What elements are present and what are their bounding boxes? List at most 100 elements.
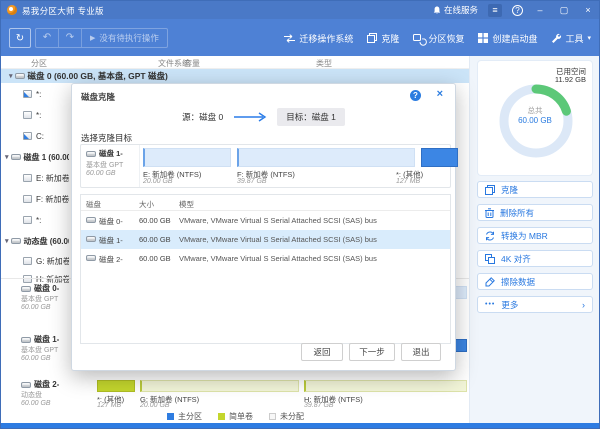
target-disk-panel: 磁盘 1- 基本盘 GPT 60.00 GB E: 新加卷 (NTFS) 20.… [80, 144, 451, 188]
online-service-button[interactable]: 在线服务 [433, 4, 478, 16]
th-model: 模型 [179, 199, 194, 210]
maximize-button[interactable]: ▢ [557, 5, 571, 16]
help-button[interactable]: ? [512, 5, 523, 16]
clone-icon [485, 185, 495, 195]
tree-item-partition[interactable]: G: 新加卷 [1, 253, 69, 269]
redo-button[interactable]: ↷ [59, 29, 82, 47]
target-partition-other-bar[interactable] [421, 148, 458, 167]
tree-item-partition[interactable]: *: [1, 86, 69, 102]
menu-button[interactable]: ≡ [488, 4, 502, 17]
partition-icon [23, 111, 32, 119]
migrate-os-label: 迁移操作系统 [299, 32, 353, 45]
4k-align-label: 4K 对齐 [501, 253, 531, 265]
partition-icon [23, 257, 32, 265]
target-partition-e-bar[interactable] [143, 148, 231, 167]
disk-icon [11, 238, 21, 244]
dialog-close-button[interactable]: × [437, 88, 443, 100]
online-service-label: 在线服务 [444, 4, 478, 16]
chevron-down-icon: ▾ [9, 72, 13, 80]
disk-icon [15, 73, 25, 79]
back-button[interactable]: 返回 [301, 343, 343, 361]
tree-item-dynamic-disk[interactable]: ▾动态盘 (60.00 [1, 233, 69, 249]
chevron-down-icon: ▾ [5, 237, 9, 245]
refresh-button[interactable]: ↻ [9, 28, 31, 48]
tree-label: *: [36, 111, 41, 120]
tree-label: *: [36, 90, 41, 99]
disk2-bar-g[interactable] [140, 380, 299, 392]
target-disk-size: 60.00 GB [86, 170, 116, 177]
list-header-row: 分区 文件系统 容量 类型 [1, 56, 470, 69]
tree-item-partition[interactable]: *: [1, 107, 69, 123]
tree-item-partition[interactable]: E: 新加卷 [1, 170, 69, 186]
trash-icon [485, 208, 494, 218]
row0-name: 磁盘 0- [99, 216, 123, 227]
tree-item-disk0-selected[interactable]: ▾ 磁盘 0 (60.00 GB, 基本盘, GPT 磁盘) [1, 69, 470, 83]
disk2-card[interactable]: 磁盘 2- 动态盘 60.00 GB [21, 379, 71, 415]
tree-item-partition[interactable]: F: 新加卷 [1, 191, 69, 207]
table-row-disk0[interactable]: 磁盘 0- 60.00 GB VMware, VMware Virtual S … [81, 211, 450, 230]
partition-icon [23, 195, 32, 203]
disk0-card[interactable]: 磁盘 0- 基本盘 GPT 60.00 GB [21, 283, 71, 319]
clone-button-toolbar[interactable]: 克隆 [367, 32, 399, 45]
tree-label: C: [36, 132, 44, 141]
more-label: 更多 [501, 299, 518, 311]
app-window: 易我分区大师 专业版 在线服务 ≡ ? – ▢ × ↻ ↶ ↷ ▶ 没有待执行操… [0, 0, 600, 429]
4k-align-button[interactable]: 4K 对齐 [477, 250, 593, 267]
col-partition: 分区 [31, 58, 47, 69]
more-button[interactable]: ••• 更多 › [477, 296, 593, 313]
wipe-data-button[interactable]: 擦除数据 [477, 273, 593, 290]
undo-button[interactable]: ↶ [36, 29, 59, 47]
refresh-icon: ↻ [16, 33, 24, 44]
disk2-part1-size: 20.00 GB [140, 402, 170, 409]
target-disk-name: 磁盘 1- [99, 148, 123, 159]
tree-item-partition[interactable]: *: [1, 212, 69, 228]
clone-button[interactable]: 克隆 [477, 181, 593, 198]
dialog-title: 磁盘克隆 [81, 91, 115, 103]
disk-clone-dialog: 磁盘克隆 ? × 源：磁盘 0 目标：磁盘 1 选择克隆目标 磁盘 1- 基本盘… [71, 83, 456, 371]
tree-item-partition[interactable]: C: [1, 128, 69, 144]
target-partition-f-bar[interactable] [237, 148, 415, 167]
close-button[interactable]: × [581, 5, 595, 15]
titlebar: 易我分区大师 专业版 在线服务 ≡ ? – ▢ × [1, 1, 599, 19]
total-label: 总共 [478, 105, 592, 116]
legend-unallocated: 未分配 [280, 411, 304, 422]
app-title: 易我分区大师 专业版 [22, 5, 104, 17]
disk2-bar-other[interactable] [97, 380, 135, 392]
table-row-disk1-selected[interactable]: 磁盘 1- 60.00 GB VMware, VMware Virtual S … [81, 230, 450, 249]
disk0-name: 磁盘 0- [34, 283, 59, 294]
disk1-card[interactable]: 磁盘 1- 基本盘 GPT 60.00 GB [21, 334, 71, 370]
create-boot-disk-button[interactable]: 创建启动盘 [478, 32, 537, 45]
boot-disk-icon [478, 33, 488, 43]
target-part2-size: 127 MB [396, 178, 420, 185]
row1-model: VMware, VMware Virtual S Serial Attached… [179, 235, 377, 244]
disk2-type: 动态盘 [21, 390, 71, 400]
clone-label: 克隆 [501, 184, 518, 196]
tree-label: 磁盘 1 (60.00 [24, 152, 69, 163]
next-button[interactable]: 下一步 [349, 343, 395, 361]
tools-button[interactable]: 工具 ▾ [551, 32, 591, 45]
disk2-bar-h[interactable] [304, 380, 467, 392]
clone-icon [367, 33, 377, 43]
delete-all-button[interactable]: 删除所有 [477, 204, 593, 221]
table-row-disk2[interactable]: 磁盘 2- 60.00 GB VMware, VMware Virtual S … [81, 249, 450, 268]
tree-item-disk1[interactable]: ▾磁盘 1 (60.00 [1, 149, 69, 165]
disk-table-header: 磁盘 大小 模型 [81, 195, 450, 211]
app-logo-icon [7, 5, 17, 15]
minimize-button[interactable]: – [533, 5, 547, 15]
target-part1-size: 39.87 GB [237, 178, 267, 185]
col-type: 类型 [316, 58, 332, 69]
partition-icon [23, 275, 32, 283]
target-part0-size: 20.00 GB [143, 178, 173, 185]
apply-button[interactable]: ▶ 没有待执行操作 [82, 29, 167, 47]
disk-table: 磁盘 大小 模型 磁盘 0- 60.00 GB VMware, VMware V… [80, 194, 451, 344]
disk2-part0-size: 127 MB [97, 402, 121, 409]
partition-recovery-button[interactable]: 分区恢复 [413, 32, 464, 45]
toolbar: ↻ ↶ ↷ ▶ 没有待执行操作 迁移操作系统 克隆 分区恢复 [1, 19, 599, 56]
migrate-os-button[interactable]: 迁移操作系统 [284, 32, 353, 45]
exit-button[interactable]: 退出 [401, 343, 441, 361]
dialog-help-button[interactable]: ? [410, 90, 421, 101]
row2-model: VMware, VMware Virtual S Serial Attached… [179, 254, 377, 263]
th-size: 大小 [139, 199, 154, 210]
more-dots-icon: ••• [485, 301, 495, 308]
convert-to-mbr-button[interactable]: 转换为 MBR [477, 227, 593, 244]
